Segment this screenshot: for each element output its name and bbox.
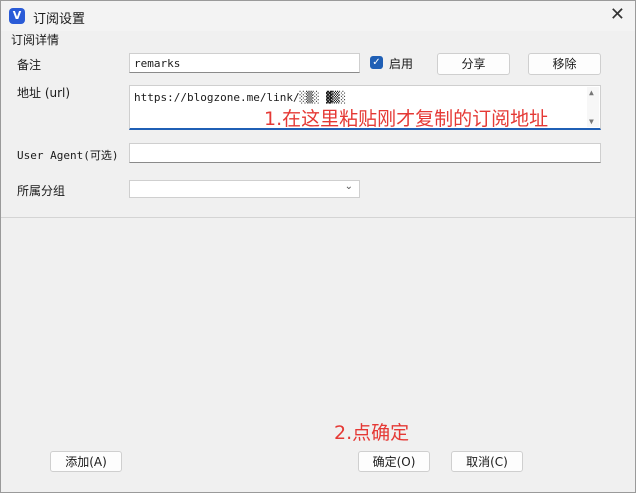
enabled-checkbox[interactable]: ✓ [370, 56, 383, 69]
group-title: 订阅详情 [11, 33, 60, 47]
scroll-down-icon[interactable]: ▼ [589, 117, 594, 126]
remarks-label: 备注 [17, 58, 42, 72]
url-scrollbar[interactable]: ▲ ▼ [587, 87, 599, 127]
add-button[interactable]: 添加(A) [50, 451, 122, 472]
url-label: 地址 (url) [17, 86, 71, 100]
close-icon[interactable]: ✕ [610, 4, 625, 25]
remarks-input[interactable]: remarks [129, 53, 360, 73]
group-select[interactable]: ⌄ [129, 180, 360, 198]
check-icon: ✓ [372, 57, 381, 68]
url-value: https://blogzone.me/link/░▒░ ▓▒░ [134, 91, 346, 104]
group-select-label: 所属分组 [17, 184, 66, 198]
app-icon: V [9, 8, 25, 24]
share-button[interactable]: 分享 [437, 53, 510, 75]
cancel-button[interactable]: 取消(C) [451, 451, 523, 472]
user-agent-label: User Agent(可选) [17, 149, 119, 162]
remove-button[interactable]: 移除 [528, 53, 601, 75]
user-agent-input[interactable] [129, 143, 601, 163]
subscription-settings-window: V 订阅设置 ✕ 订阅详情 备注 remarks ✓ 启用 分享 移除 地址 (… [0, 0, 636, 493]
ok-button[interactable]: 确定(O) [358, 451, 430, 472]
chevron-down-icon: ⌄ [344, 181, 353, 192]
title-bar: V 订阅设置 ✕ [1, 1, 635, 31]
scroll-up-icon[interactable]: ▲ [589, 88, 594, 97]
window-title: 订阅设置 [33, 12, 86, 27]
annotation-paste-url: 1.在这里粘贴刚才复制的订阅地址 [264, 108, 549, 130]
annotation-click-ok: 2.点确定 [334, 422, 410, 444]
enabled-label: 启用 [389, 57, 414, 71]
